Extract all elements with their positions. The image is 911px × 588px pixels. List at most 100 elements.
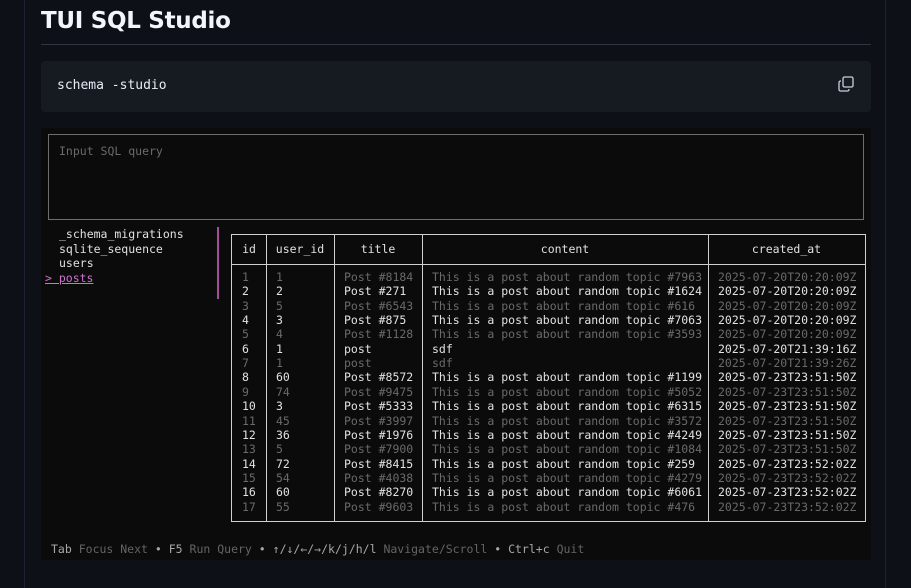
copy-icon[interactable] [837, 75, 855, 93]
cell-user-id: 54 [276, 470, 290, 485]
status-key: Tab [51, 542, 72, 556]
status-key: ↑/↓/←/→/k/j/h/l [272, 542, 377, 556]
status-separator: • [487, 542, 509, 556]
table-row[interactable]: 10 3 Post #5333 This is a post about random… [232, 399, 865, 413]
cell-content: sdf [432, 356, 453, 371]
header-separator [232, 264, 865, 265]
column-header-created-at: created_at [751, 242, 822, 256]
cell-id: 11 [242, 413, 256, 428]
table-row[interactable]: 16 60 Post #8270 This is a post about rando… [232, 485, 865, 499]
cell-user-id: 3 [276, 399, 283, 414]
column-header-user-id: user_id [275, 242, 325, 256]
table-row[interactable]: 13 5 Post #7900 This is a post about random… [232, 442, 865, 456]
table-row[interactable]: 7 1 post sdf 2025-07-20T21:39:26Z [232, 356, 865, 370]
cell-created-at: 2025-07-20T21:39:26Z [718, 356, 857, 371]
cell-created-at: 2025-07-23T23:51:50Z [718, 370, 857, 385]
cell-content: This is a post about random topic #6061 [432, 485, 703, 500]
table-row[interactable]: 1 1 Post #8184 This is a post about random … [232, 270, 865, 284]
cell-content: This is a post about random topic #7963 [432, 270, 703, 284]
table-row[interactable]: 12 36 Post #1976 This is a post about rando… [232, 428, 865, 442]
cell-content: This is a post about random topic #4249 [432, 427, 703, 442]
cell-title: Post #8184 [344, 270, 414, 284]
cell-created-at: 2025-07-23T23:51:50Z [718, 384, 857, 399]
status-separator: • [251, 542, 273, 556]
cell-user-id: 5 [276, 298, 283, 313]
cell-user-id: 45 [276, 413, 290, 428]
cell-title: post [344, 341, 372, 356]
table-row[interactable]: 3 5 Post #6543 This is a post about random … [232, 299, 865, 313]
cell-id: 17 [242, 499, 256, 514]
cell-user-id: 60 [276, 370, 290, 385]
cell-user-id: 1 [276, 356, 283, 371]
cell-content: This is a post about random topic #6315 [432, 399, 703, 414]
sql-query-input[interactable]: Input SQL query [48, 134, 864, 220]
status-description: Quit [556, 542, 585, 556]
table-row[interactable]: 4 3 Post #875 This is a post about random t… [232, 313, 865, 327]
status-bar: Tab Focus Next • F5 Run Query • ↑/↓/←/→/… [51, 542, 584, 556]
cell-user-id: 4 [276, 327, 283, 342]
cell-title: Post #1976 [344, 427, 414, 442]
cell-id: 2 [242, 284, 249, 299]
cell-user-id: 74 [276, 384, 290, 399]
cell-id: 5 [242, 327, 249, 342]
cell-id: 8 [242, 370, 249, 385]
cell-user-id: 36 [276, 427, 290, 442]
cell-content: This is a post about random topic #3572 [432, 413, 703, 428]
cell-id: 9 [242, 384, 249, 399]
cell-title: Post #8572 [344, 370, 414, 385]
cell-content: This is a post about random topic #476 [432, 499, 696, 514]
table-item-posts[interactable]: > posts [45, 271, 93, 285]
cell-content: This is a post about random topic #4279 [432, 470, 703, 485]
table-row[interactable]: 8 60 Post #8572 This is a post about random… [232, 370, 865, 384]
page-title: TUI SQL Studio [41, 8, 231, 34]
cell-title: Post #3997 [344, 413, 414, 428]
column-header-content: content [540, 242, 590, 256]
cell-created-at: 2025-07-20T20:20:09Z [718, 284, 857, 299]
cell-created-at: 2025-07-20T21:39:16Z [718, 341, 857, 356]
table-row[interactable]: 14 72 Post #8415 This is a post about rando… [232, 457, 865, 471]
table-item-users[interactable]: users [59, 256, 94, 270]
tables-list: _schema_migrations sqlite_sequence users > … [45, 227, 217, 299]
cell-id: 13 [242, 442, 256, 457]
results-table[interactable]: id user_id title content created_at 1 1 Post #8… [231, 234, 866, 522]
table-row[interactable]: 6 1 post sdf 2025-07-20T21:39:16Z [232, 342, 865, 356]
cell-title: Post #5333 [344, 399, 414, 414]
table-item-sqlite-sequence[interactable]: sqlite_sequence [59, 242, 163, 256]
cell-user-id: 5 [276, 442, 283, 457]
cell-created-at: 2025-07-20T20:20:09Z [718, 298, 857, 313]
table-row[interactable]: 2 2 Post #271 This is a post about random t… [232, 284, 865, 298]
status-description: Run Query [189, 542, 252, 556]
code-command: schema -studio [57, 78, 167, 93]
cell-user-id: 60 [276, 485, 290, 500]
cell-title: post [344, 356, 372, 371]
cell-content: This is a post about random topic #7063 [432, 313, 703, 328]
cell-content: This is a post about random topic #3593 [432, 327, 703, 342]
cell-user-id: 1 [276, 341, 283, 356]
table-row[interactable]: 17 55 Post #9603 This is a post about rando… [232, 500, 865, 514]
cell-created-at: 2025-07-23T23:52:02Z [718, 456, 857, 471]
cell-content: This is a post about random topic #5052 [432, 384, 703, 399]
cell-title: Post #7900 [344, 442, 414, 457]
cell-title: Post #9603 [344, 499, 414, 514]
cell-content: sdf [432, 341, 453, 356]
table-row[interactable]: 5 4 Post #1128 This is a post about random … [232, 327, 865, 341]
tables-list-focus-border [217, 227, 219, 299]
cell-created-at: 2025-07-23T23:52:02Z [718, 470, 857, 485]
table-item-schema-migrations[interactable]: _schema_migrations [59, 227, 184, 241]
table-row[interactable]: 15 54 Post #4038 This is a post about rando… [232, 471, 865, 485]
table-row[interactable]: 9 74 Post #9475 This is a post about random… [232, 385, 865, 399]
cell-id: 7 [242, 356, 249, 371]
cell-id: 6 [242, 341, 249, 356]
table-row[interactable]: 11 45 Post #3997 This is a post about rando… [232, 414, 865, 428]
cell-created-at: 2025-07-23T23:52:02Z [718, 485, 857, 500]
status-key: F5 [168, 542, 183, 556]
cell-id: 12 [242, 427, 256, 442]
cell-user-id: 55 [276, 499, 290, 514]
cell-created-at: 2025-07-20T20:20:09Z [718, 327, 857, 342]
code-block: schema -studio [41, 61, 871, 112]
column-header-id: id [242, 242, 256, 256]
cell-created-at: 2025-07-23T23:51:50Z [718, 427, 857, 442]
cell-title: Post #8415 [344, 456, 414, 471]
status-description: Focus Next [78, 542, 148, 556]
cell-id: 1 [242, 270, 249, 284]
